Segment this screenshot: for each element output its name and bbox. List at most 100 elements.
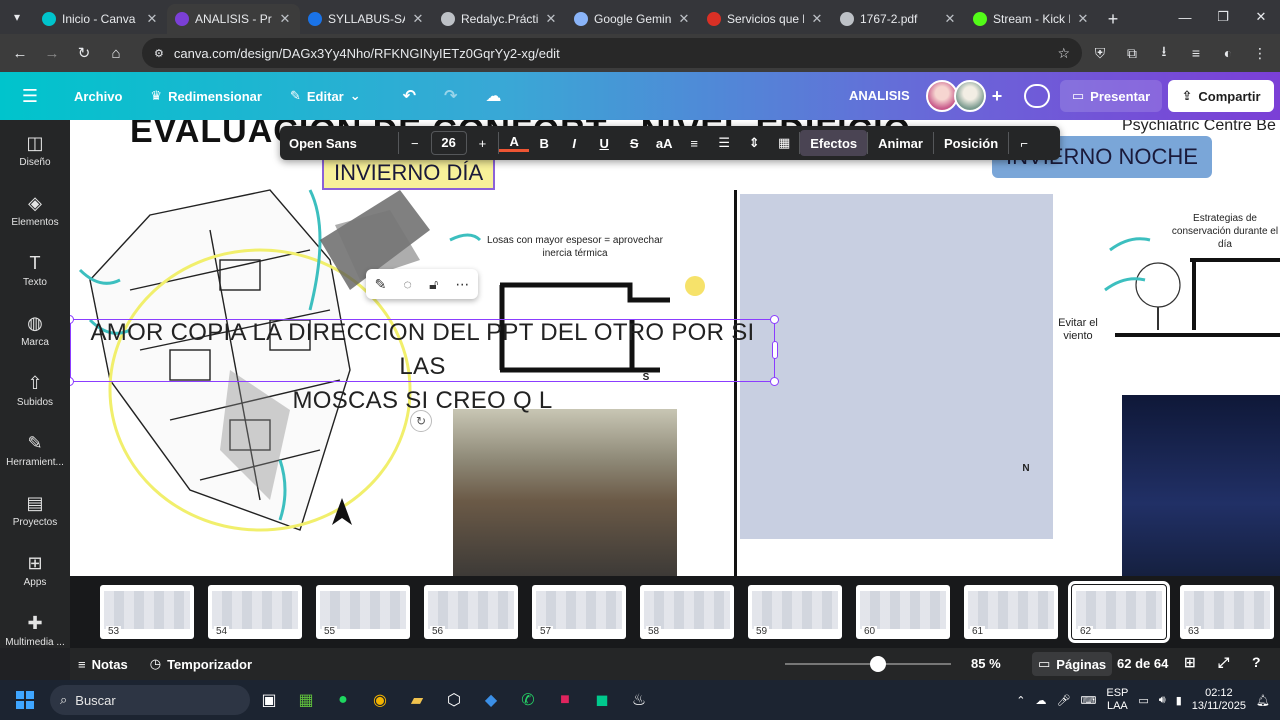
minimize-icon[interactable]: — xyxy=(1166,0,1204,34)
side-handle[interactable] xyxy=(772,341,778,359)
tab-close-icon[interactable]: ✕ xyxy=(278,11,292,27)
letter-case-icon[interactable]: aA xyxy=(649,136,679,151)
store-icon[interactable]: ▣ xyxy=(251,682,287,718)
tab-search-button[interactable]: ▾ xyxy=(0,0,34,34)
browser-tab[interactable]: Redalyc.Práctica ✕ xyxy=(433,4,566,34)
align-center-icon[interactable]: ≡ xyxy=(679,136,709,151)
compartir-button[interactable]: ⇪ Compartir xyxy=(1168,80,1274,112)
language-indicator[interactable]: ESP LAA xyxy=(1106,687,1128,713)
magic-edit-icon[interactable]: ✎ xyxy=(375,276,387,293)
courtyard-photo[interactable] xyxy=(453,409,677,576)
forward-button[interactable]: → xyxy=(38,38,66,68)
page-thumbnail[interactable]: 58 xyxy=(640,585,734,639)
page-thumbnail[interactable]: 61 xyxy=(964,585,1058,639)
paint-format-icon[interactable]: ⌐ xyxy=(1009,136,1039,151)
lock-icon[interactable]: 🔓︎ xyxy=(429,276,438,293)
zoom-slider-track[interactable] xyxy=(785,663,951,665)
browser-tab[interactable]: 1767-2.pdf ✕ xyxy=(832,4,965,34)
back-button[interactable]: ← xyxy=(6,38,34,68)
volume-icon[interactable]: 🔊︎ xyxy=(1159,694,1166,707)
font-size-input[interactable]: 26 xyxy=(430,131,467,155)
browser-tab[interactable]: ANALISIS - Prese ✕ xyxy=(167,4,300,34)
more-options-icon[interactable]: ⋯ xyxy=(455,276,469,293)
decrease-size-button[interactable]: − xyxy=(411,136,419,151)
editar-menu[interactable]: ✎ Editar ⌄ xyxy=(276,88,375,104)
spacing-icon[interactable]: ⇕ xyxy=(739,135,769,151)
sidebar-item-draw[interactable]: ✎ Herramient... xyxy=(0,420,70,480)
psychiatric-centre-label[interactable]: Psychiatric Centre Be xyxy=(1122,120,1276,135)
autocad-red-icon[interactable]: ■ xyxy=(547,682,583,718)
minecraft-icon[interactable]: ▦ xyxy=(288,682,324,718)
sidebar-item-layout[interactable]: ◫ Diseño xyxy=(0,120,70,180)
tab-close-icon[interactable]: ✕ xyxy=(145,11,159,27)
page-thumbnail[interactable]: 57 xyxy=(532,585,626,639)
start-button[interactable] xyxy=(0,691,50,709)
tab-close-icon[interactable]: ✕ xyxy=(544,11,558,27)
page-thumbnail[interactable]: 54 xyxy=(208,585,302,639)
invierno-dia-label[interactable]: INVIERNO DÍA xyxy=(322,156,496,190)
resize-handle[interactable] xyxy=(770,377,779,386)
paginas-button[interactable]: ▭ Páginas xyxy=(1032,652,1113,676)
home-button[interactable]: ⌂ xyxy=(102,38,130,68)
browser-tab[interactable]: Servicios que br ✕ xyxy=(699,4,832,34)
shield-extension-icon[interactable]: ⛨ xyxy=(1086,38,1114,68)
avatar[interactable] xyxy=(954,80,986,112)
browser-tab[interactable]: Stream - Kick D ✕ xyxy=(965,4,1098,34)
notification-icon[interactable]: 🔔︎ xyxy=(1256,694,1270,707)
keyboard-icon[interactable]: ⌨ xyxy=(1080,694,1096,707)
sidebar-item-apps[interactable]: ⊞ Apps xyxy=(0,540,70,600)
media-icon[interactable]: ≡ xyxy=(1182,38,1210,68)
undo-button[interactable]: ↶ xyxy=(389,86,430,106)
close-window-icon[interactable]: ✕ xyxy=(1242,0,1280,34)
page-thumbnail[interactable]: 62 xyxy=(1068,581,1170,643)
transparency-icon[interactable]: ▦ xyxy=(769,135,799,151)
tab-close-icon[interactable]: ✕ xyxy=(677,11,691,27)
animar-button[interactable]: Animar xyxy=(868,136,933,151)
temporizador-button[interactable]: ◷ Temporizador xyxy=(146,656,256,672)
sidebar-item-media[interactable]: ✚ Multimedia ... xyxy=(0,600,70,660)
mic-icon[interactable]: 🎤︎ xyxy=(1057,694,1071,707)
unity-icon[interactable]: ⬡ xyxy=(436,682,472,718)
archivo-menu[interactable]: Archivo xyxy=(60,89,136,104)
rotate-handle-icon[interactable]: ↻ xyxy=(410,410,432,432)
spotify-icon[interactable]: ● xyxy=(325,682,361,718)
sidebar-item-brand[interactable]: ◍ Marca xyxy=(0,300,70,360)
caption-text[interactable]: AMOR COPIA LA DIRECCION DEL PPT DEL OTRO… xyxy=(70,316,775,418)
comment-icon[interactable] xyxy=(1024,84,1050,108)
tab-close-icon[interactable]: ✕ xyxy=(810,11,824,27)
steam-icon[interactable]: ♨ xyxy=(621,682,657,718)
document-title[interactable]: ANALISIS xyxy=(849,88,910,103)
strikethrough-icon[interactable]: S xyxy=(619,136,649,151)
tray-chevron-icon[interactable]: ⌃ xyxy=(1016,694,1025,707)
download-icon[interactable]: ⭳ xyxy=(1150,38,1178,68)
new-tab-button[interactable]: + xyxy=(1098,4,1128,34)
chrome-icon[interactable]: ◉ xyxy=(362,682,398,718)
extensions-icon[interactable]: ⧉ xyxy=(1118,38,1146,68)
help-icon[interactable]: ? xyxy=(1252,654,1261,670)
display-icon[interactable]: ▭ xyxy=(1138,694,1148,707)
discord-icon[interactable]: ◼ xyxy=(584,682,620,718)
site-info-icon[interactable]: ⚙ xyxy=(154,47,164,60)
presentar-button[interactable]: ▭ Presentar xyxy=(1060,80,1162,112)
whatsapp-icon[interactable]: ✆ xyxy=(510,682,546,718)
font-family-select[interactable]: Open Sans xyxy=(280,136,398,151)
taskbar-search[interactable]: ⌕ Buscar xyxy=(50,685,250,715)
page-thumbnail[interactable]: 56 xyxy=(424,585,518,639)
browser-menu-icon[interactable]: ⋮ xyxy=(1246,38,1274,68)
bold-icon[interactable]: B xyxy=(529,136,559,151)
profile-icon[interactable]: ◐ xyxy=(1214,38,1242,68)
address-bar[interactable]: ⚙ canva.com/design/DAGx3Yy4Nho/RFKNGINyI… xyxy=(142,38,1082,68)
night-facade-photo[interactable] xyxy=(1122,395,1280,576)
tab-close-icon[interactable]: ✕ xyxy=(411,11,425,27)
sidebar-item-upload[interactable]: ⇧ Subidos xyxy=(0,360,70,420)
viento-note[interactable]: Evitar el viento xyxy=(1053,317,1103,343)
browser-tab[interactable]: SYLLABUS-SALU ✕ xyxy=(300,4,433,34)
losas-note[interactable]: Losas con mayor espesor = aprovechar ine… xyxy=(475,234,675,260)
page-thumbnail[interactable]: 60 xyxy=(856,585,950,639)
redo-button[interactable]: ↷ xyxy=(430,86,471,106)
fullscreen-icon[interactable]: ⤢ xyxy=(1218,654,1229,671)
resize-handle[interactable] xyxy=(770,315,779,324)
autocad-icon[interactable]: ◆ xyxy=(473,682,509,718)
design-canvas[interactable]: EVALUACIÓN DE CONFORT - NIVEL EDIFICIO I… xyxy=(70,120,1280,576)
redimensionar-menu[interactable]: ♛ Redimensionar xyxy=(136,88,276,104)
